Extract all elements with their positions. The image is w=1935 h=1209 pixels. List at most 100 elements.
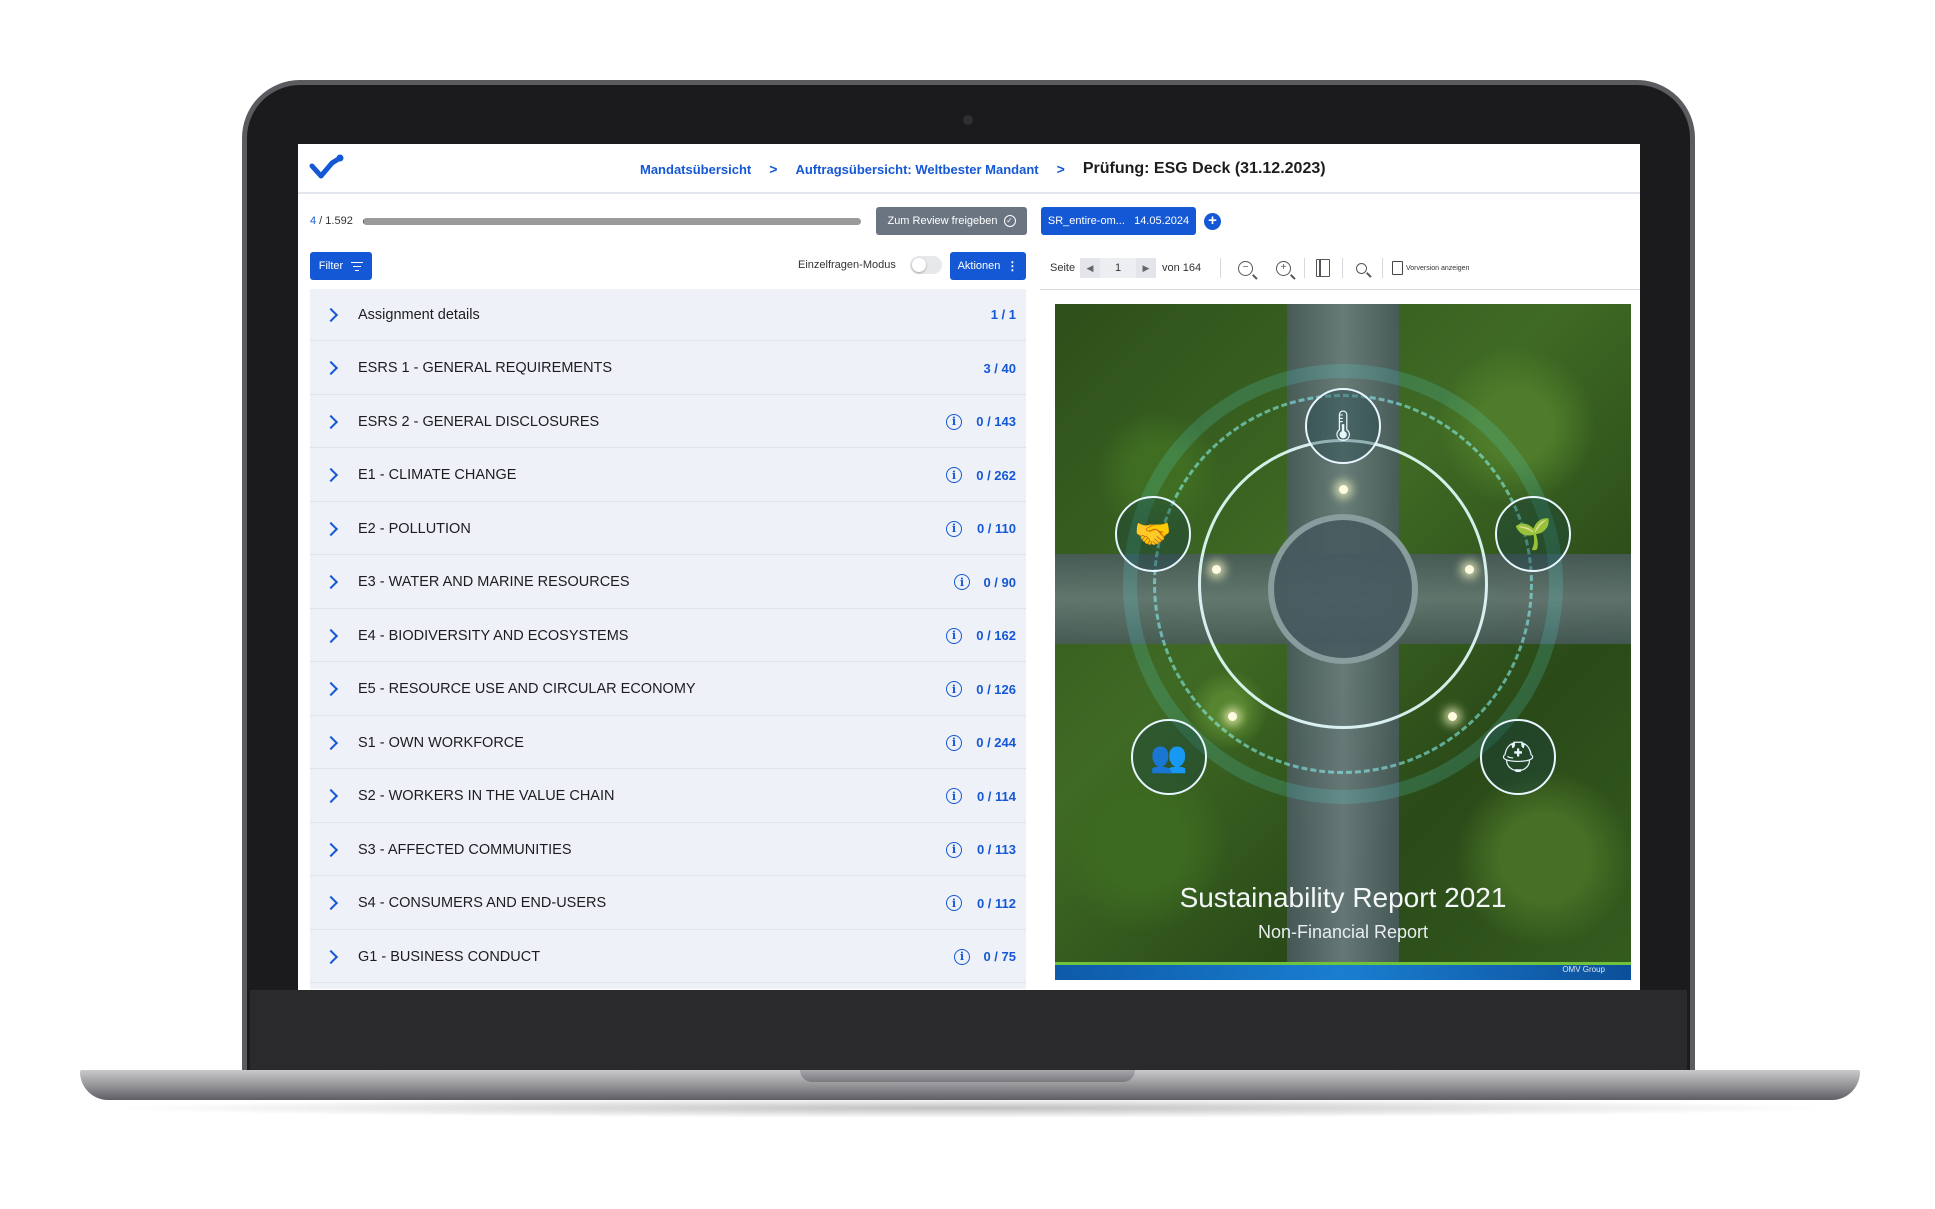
section-row[interactable]: S2 - WORKERS IN THE VALUE CHAIN 0 / 114 i — [310, 771, 1026, 823]
actions-button[interactable]: Aktionen ⋮ — [950, 252, 1026, 280]
breadcrumb: Mandatsübersicht > Auftragsübersicht: We… — [640, 144, 1326, 194]
section-count: 3 / 40 — [983, 360, 1016, 376]
info-icon[interactable]: i — [946, 681, 962, 697]
prev-page-button[interactable]: ◀ — [1080, 258, 1100, 278]
chevron-right-icon[interactable] — [323, 360, 339, 376]
section-count: 0 / 112 — [976, 895, 1016, 911]
section-count: 0 / 114 — [976, 788, 1016, 804]
page-number-input[interactable]: 1 — [1100, 258, 1136, 278]
info-icon[interactable]: i — [946, 895, 962, 911]
section-row[interactable]: E1 - CLIMATE CHANGE 0 / 262 i — [310, 450, 1026, 502]
chevron-right-icon[interactable] — [323, 467, 339, 483]
chevron-right-icon[interactable] — [323, 788, 339, 804]
chevron-right-icon[interactable] — [323, 628, 339, 643]
info-icon[interactable]: i — [946, 734, 962, 751]
section-count: 0 / 162 — [976, 628, 1016, 643]
filter-button-label: Filter — [318, 260, 344, 272]
zoom-in-button[interactable]: + — [1276, 254, 1291, 282]
info-icon[interactable]: i — [954, 574, 970, 590]
info-icon[interactable]: i — [954, 948, 970, 965]
section-count: 0 / 143 — [976, 414, 1016, 429]
section-label: E5 - RESOURCE USE AND CIRCULAR ECONOMY — [358, 681, 696, 697]
chevron-right-icon: > — [1056, 161, 1065, 177]
toolbar-divider — [1342, 258, 1343, 278]
next-page-button[interactable]: ▶ — [1136, 258, 1156, 278]
chevron-right-icon[interactable] — [323, 842, 339, 857]
chevron-right-icon[interactable] — [323, 735, 339, 750]
chevron-right-icon[interactable] — [323, 574, 339, 590]
document-selector-button[interactable]: SR_entire-om... 14.05.2024 — [1041, 207, 1196, 235]
fit-page-icon — [1316, 259, 1330, 277]
chevron-right-icon[interactable] — [323, 681, 339, 697]
info-icon[interactable]: i — [946, 413, 962, 430]
cover-light-dot — [1228, 712, 1237, 721]
progress-bar — [363, 218, 861, 225]
progress-label: 4 / 1.592 — [310, 215, 353, 227]
toggle-knob — [912, 258, 926, 272]
app-screen: Mandatsübersicht > Auftragsübersicht: We… — [298, 144, 1640, 990]
review-button[interactable]: Zum Review freigeben ✓ — [876, 207, 1027, 235]
section-row[interactable]: S1 - OWN WORKFORCE 0 / 244 i — [310, 717, 1026, 769]
section-row[interactable]: ESRS 1 - GENERAL REQUIREMENTS 3 / 40 — [310, 343, 1026, 395]
page-title: Prüfung: ESG Deck (31.12.2023) — [1082, 160, 1326, 177]
previous-version-button[interactable]: Vorversion anzeigen — [1392, 254, 1469, 282]
section-row[interactable]: E5 - RESOURCE USE AND CIRCULAR ECONOMY 0 … — [310, 664, 1026, 716]
section-label: E1 - CLIMATE CHANGE — [358, 467, 517, 483]
progress-total: / 1.592 — [316, 215, 353, 227]
section-list: Assignment details 1 / 1 ESRS 1 - GENERAL … — [310, 289, 1026, 989]
review-button-label: Zum Review freigeben — [887, 215, 998, 227]
people-icon: 👥 — [1131, 719, 1207, 795]
info-icon[interactable]: i — [946, 788, 962, 804]
section-label: E2 - POLLUTION — [358, 520, 471, 537]
breadcrumb-orders[interactable]: Auftragsübersicht: Weltbester Mandant — [795, 162, 1038, 177]
section-row[interactable]: S4 - CONSUMERS AND END-USERS 0 / 112 i — [310, 878, 1026, 930]
search-icon — [1356, 262, 1367, 274]
page-count: von 164 — [1162, 262, 1202, 274]
section-count: 1 / 1 — [990, 307, 1016, 322]
section-row[interactable]: E4 - BIODIVERSITY AND ECOSYSTEMS 0 / 162 i — [310, 610, 1026, 662]
previous-version-label: Vorversion anzeigen — [1406, 264, 1470, 272]
add-document-button[interactable]: + — [1204, 213, 1221, 230]
section-count: 0 / 126 — [976, 681, 1016, 697]
zoom-out-button[interactable]: − — [1238, 254, 1253, 282]
info-icon[interactable]: i — [946, 841, 962, 858]
chevron-right-icon[interactable] — [323, 414, 339, 429]
section-label: S3 - AFFECTED COMMUNITIES — [358, 841, 572, 858]
chevron-right-icon[interactable] — [323, 895, 339, 911]
cover-brand: OMV Group — [1562, 965, 1605, 974]
section-label: E4 - BIODIVERSITY AND ECOSYSTEMS — [358, 627, 629, 644]
logo-icon[interactable] — [308, 154, 344, 184]
section-row[interactable]: ESRS 2 - GENERAL DISCLOSURES 0 / 143 i — [310, 396, 1026, 448]
single-question-mode-toggle[interactable] — [910, 256, 942, 274]
toolbar-divider — [1304, 258, 1305, 278]
section-label: ESRS 2 - GENERAL DISCLOSURES — [358, 413, 600, 430]
toolbar-divider — [1382, 258, 1383, 278]
chevron-right-icon[interactable] — [323, 307, 339, 322]
pdf-page-cover[interactable]: 🌡 🤝 🌱 👥 ⛑ Sustainability Report 2021 Non… — [1055, 304, 1631, 980]
toolbar-divider — [1220, 258, 1221, 278]
cover-light-dot — [1339, 485, 1348, 494]
section-label: S2 - WORKERS IN THE VALUE CHAIN — [358, 788, 615, 804]
section-row[interactable]: E3 - WATER AND MARINE RESOURCES 0 / 90 i — [310, 557, 1026, 609]
section-row[interactable]: Assignment details 1 / 1 — [310, 289, 1026, 341]
section-row[interactable]: G1 - BUSINESS CONDUCT 0 / 75 i — [310, 931, 1026, 983]
info-icon[interactable]: i — [946, 467, 962, 483]
chevron-right-icon[interactable] — [323, 521, 339, 536]
cover-light-dot — [1465, 565, 1474, 574]
section-row[interactable]: E2 - POLLUTION 0 / 110 i — [310, 503, 1026, 555]
laptop-notch — [800, 1070, 1135, 1082]
section-label: ESRS 1 - GENERAL REQUIREMENTS — [358, 360, 613, 376]
fit-page-button[interactable] — [1316, 254, 1330, 282]
breadcrumb-mandates[interactable]: Mandatsübersicht — [640, 162, 751, 177]
cover-subtitle: Non-Financial Report — [1257, 922, 1429, 942]
actions-button-label: Aktionen — [957, 260, 1001, 272]
search-button[interactable] — [1356, 254, 1367, 282]
filter-button[interactable]: Filter — [310, 252, 372, 280]
info-icon[interactable]: i — [946, 627, 962, 644]
cover-roundabout — [1268, 514, 1418, 664]
info-icon[interactable]: i — [946, 520, 962, 537]
section-row[interactable]: S3 - AFFECTED COMMUNITIES 0 / 113 i — [310, 824, 1026, 876]
document-icon — [1392, 261, 1403, 275]
sprout-icon: 🌱 — [1495, 496, 1571, 572]
chevron-right-icon[interactable] — [323, 949, 339, 964]
